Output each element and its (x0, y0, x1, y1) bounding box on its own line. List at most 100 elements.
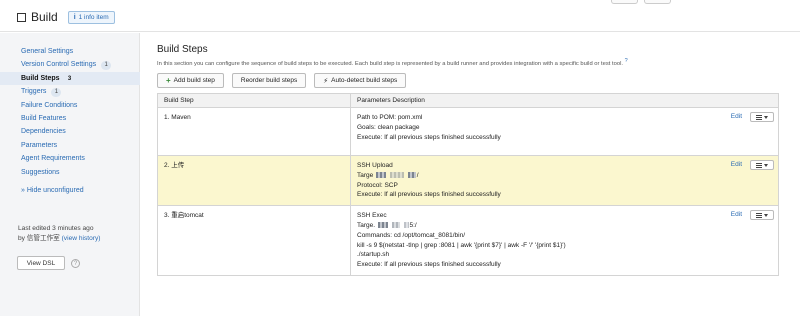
target-suffix: 5:/ (409, 221, 417, 229)
build-config-icon (17, 12, 26, 22)
row-actions: Edit (731, 160, 774, 170)
sidebar-item-label: Build Steps (21, 74, 60, 82)
row-menu-button[interactable] (750, 210, 774, 221)
sidebar-item-count: 1 (101, 61, 112, 71)
row-actions: Edit (731, 112, 774, 122)
edit-link[interactable]: Edit (731, 210, 742, 220)
column-header-parameters: Parameters Description (350, 93, 779, 108)
table-row[interactable]: 2. 上传 SSH Upload Targe / Protocol: SCP E… (157, 154, 779, 207)
view-history-link[interactable]: (view history) (62, 235, 101, 242)
target-label: Targe (357, 171, 374, 179)
sidebar: General Settings Version Control Setting… (0, 33, 140, 316)
row-menu-button[interactable] (750, 112, 774, 122)
param-line: Execute: If all previous steps finished … (357, 261, 501, 269)
row-menu-button[interactable] (750, 160, 774, 170)
redacted-text (376, 172, 387, 179)
page-title: Build (31, 10, 58, 24)
section-description: In this section you can configure the se… (157, 58, 628, 67)
table-row[interactable]: 1. Maven Path to POM: pom.xml Goals: cle… (157, 107, 779, 156)
sidebar-item-agent-requirements[interactable]: Agent Requirements (21, 152, 140, 165)
last-edited-info: Last edited 3 minutes ago by 信管工作室 (view… (18, 224, 100, 243)
title-wrap: Build i 1 info item (17, 10, 115, 24)
sidebar-item-label: Dependencies (21, 128, 66, 136)
reorder-build-steps-button[interactable]: Reorder build steps (231, 73, 307, 88)
row-actions: Edit (731, 210, 774, 221)
param-line: Path to POM: pom.xml (357, 114, 423, 121)
step-name[interactable]: 2. 上传 (157, 154, 351, 207)
sidebar-item-triggers[interactable]: Triggers 1 (21, 85, 140, 98)
target-label: Targe. (357, 221, 376, 229)
param-line-target: Targe / (357, 171, 772, 181)
sidebar-item-failure-conditions[interactable]: Failure Conditions (21, 99, 140, 112)
step-parameters: SSH Exec Targe. 5:/ Commands: cd /opt/to… (350, 205, 779, 276)
param-line-target: Targe. 5:/ (357, 221, 772, 231)
list-icon (756, 162, 762, 168)
add-build-step-button[interactable]: + Add build step (157, 73, 224, 88)
section-title: Build Steps (157, 44, 208, 55)
step-name[interactable]: 3. 重启tomcat (157, 205, 351, 276)
step-parameters: SSH Upload Targe / Protocol: SCP Execute… (350, 154, 779, 207)
info-badge-label: 1 info item (78, 13, 109, 21)
steps-toolbar: + Add build step Reorder build steps ⚡ Aut… (157, 73, 407, 88)
redacted-text (403, 222, 409, 229)
sidebar-item-label: Triggers (21, 88, 47, 96)
redacted-text (377, 222, 388, 229)
reorder-label: Reorder build steps (240, 77, 298, 84)
sidebar-item-build-steps[interactable]: Build Steps 3 (0, 71, 140, 86)
help-icon[interactable]: ? (71, 259, 80, 268)
param-line: Execute: If all previous steps finished … (357, 191, 501, 199)
sidebar-item-count: 3 (67, 75, 72, 82)
last-edited-text: Last edited 3 minutes ago (18, 225, 94, 232)
sidebar-item-label: Agent Requirements (21, 155, 85, 163)
plus-icon: + (166, 76, 171, 85)
list-icon (756, 212, 762, 218)
sidebar-item-version-control-settings[interactable]: Version Control Settings 1 (21, 58, 140, 71)
edit-link[interactable]: Edit (731, 160, 742, 170)
param-line: SSH Exec (357, 212, 387, 220)
sidebar-item-label: Suggestions (21, 168, 60, 176)
table-row[interactable]: 3. 重启tomcat SSH Exec Targe. 5:/ Commands… (157, 205, 779, 276)
target-suffix: / (416, 171, 419, 179)
section-description-text: In this section you can configure the se… (157, 60, 623, 67)
redacted-text (407, 172, 416, 179)
step-parameters: Path to POM: pom.xml Goals: clean packag… (350, 107, 779, 156)
build-steps-table: Build Step Parameters Description 1. Mav… (157, 93, 779, 276)
param-line: ./startup.sh (357, 251, 390, 259)
info-badge[interactable]: i 1 info item (67, 10, 115, 24)
table-header-row: Build Step Parameters Description (157, 93, 779, 108)
sidebar-item-label: Build Features (21, 114, 67, 122)
sidebar-item-suggestions[interactable]: Suggestions (21, 166, 140, 179)
magic-wand-icon: ⚡ (323, 77, 329, 85)
redacted-text (391, 222, 400, 229)
sidebar-item-build-features[interactable]: Build Features (21, 112, 140, 125)
column-header-build-step: Build Step (157, 93, 351, 108)
sidebar-item-parameters[interactable]: Parameters (21, 139, 140, 152)
auto-detect-build-steps-button[interactable]: ⚡ Auto-detect build steps (314, 73, 407, 88)
chevron-down-icon (764, 115, 768, 119)
param-line: Commands: cd /opt/tomcat_8081/bin/ (357, 231, 466, 239)
sidebar-item-label: General Settings (21, 48, 74, 55)
param-line: Execute: If all previous steps finished … (357, 133, 501, 141)
step-name[interactable]: 1. Maven (157, 107, 351, 156)
param-line: kill -s 9 $(netstat -tlnp | grep :8081 |… (357, 241, 566, 249)
page-header: Build i 1 info item (0, 0, 800, 32)
edited-by-text: by 信管工作室 (18, 234, 60, 242)
param-line: SSH Upload (357, 162, 393, 169)
info-icon: i (73, 13, 76, 21)
question-icon[interactable]: ? (625, 58, 628, 64)
hide-unconfigured-link[interactable]: » Hide unconfigured (21, 184, 140, 197)
header-action-button[interactable] (644, 0, 671, 4)
sidebar-item-label: Parameters (21, 141, 58, 149)
settings-nav: General Settings Version Control Setting… (0, 45, 140, 197)
sidebar-item-general-settings[interactable]: General Settings (21, 45, 140, 58)
header-action-button[interactable] (611, 0, 638, 4)
chevron-down-icon (764, 213, 768, 217)
edit-link[interactable]: Edit (731, 112, 742, 122)
param-line: Protocol: SCP (357, 181, 398, 189)
auto-detect-label: Auto-detect build steps (331, 77, 398, 84)
view-dsl-button[interactable]: View DSL (17, 256, 65, 270)
sidebar-item-dependencies[interactable]: Dependencies (21, 125, 140, 138)
add-build-step-label: Add build step (173, 77, 215, 84)
param-line: Goals: clean package (357, 123, 420, 131)
list-icon (756, 114, 762, 120)
